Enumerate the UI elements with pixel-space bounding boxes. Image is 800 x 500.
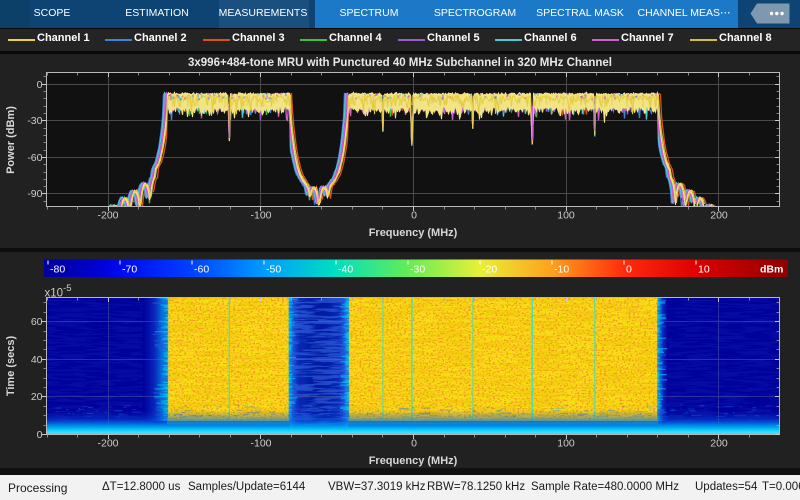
svg-text:40: 40 [31, 354, 43, 366]
svg-text:-60: -60 [27, 152, 42, 164]
svg-text:100: 100 [557, 438, 575, 450]
svg-text:60: 60 [31, 316, 43, 328]
svg-text:-30: -30 [410, 264, 425, 276]
svg-text:200: 200 [710, 438, 728, 450]
svg-text:-200: -200 [97, 438, 118, 450]
svg-text:10: 10 [698, 264, 710, 276]
svg-text:-200: -200 [97, 210, 118, 222]
svg-text:Frequency (MHz): Frequency (MHz) [369, 227, 458, 239]
svg-text:-70: -70 [122, 264, 137, 276]
svg-text:200: 200 [710, 210, 728, 222]
svg-text:-20: -20 [482, 264, 497, 276]
svg-text:100: 100 [557, 210, 575, 222]
svg-text:Frequency (MHz): Frequency (MHz) [369, 455, 458, 467]
svg-text:0: 0 [37, 79, 43, 91]
svg-text:Power (dBm): Power (dBm) [5, 106, 17, 174]
svg-text:-90: -90 [27, 188, 42, 200]
svg-text:-60: -60 [194, 264, 209, 276]
svg-text:x10-5: x10-5 [45, 283, 72, 300]
svg-text:-100: -100 [250, 438, 271, 450]
svg-text:-100: -100 [250, 210, 271, 222]
svg-text:-40: -40 [338, 264, 353, 276]
svg-text:0: 0 [411, 210, 417, 222]
svg-text:-80: -80 [50, 264, 65, 276]
svg-text:-10: -10 [554, 264, 569, 276]
svg-text:0: 0 [626, 264, 632, 276]
svg-text:dBm: dBm [760, 264, 783, 276]
svg-text:0: 0 [411, 438, 417, 450]
svg-text:20: 20 [31, 391, 43, 403]
svg-text:-30: -30 [27, 115, 42, 127]
svg-text:-50: -50 [266, 264, 281, 276]
svg-text:0: 0 [37, 429, 43, 441]
svg-text:Time (secs): Time (secs) [5, 335, 17, 396]
